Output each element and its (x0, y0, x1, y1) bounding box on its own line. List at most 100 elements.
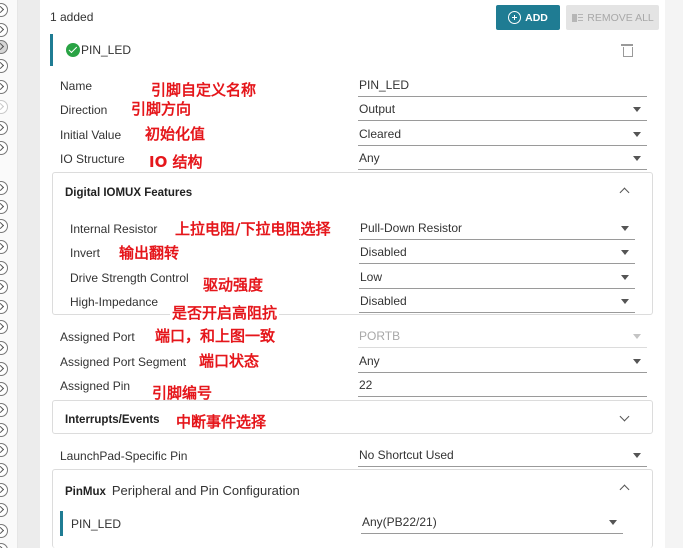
nav-arrow-icon[interactable] (0, 320, 8, 334)
nav-arrow-icon[interactable] (0, 219, 8, 233)
field-label: Assigned Port Segment (60, 355, 187, 369)
field-drive-strength: Drive Strength Control 驱动强度 Low (41, 266, 666, 294)
nav-arrow-icon[interactable] (0, 121, 8, 135)
group-title: Digital IOMUX Features (65, 187, 193, 199)
toolbar: 1 added ADD REMOVE ALL (50, 0, 659, 34)
select-value: Disabled (360, 245, 407, 259)
field-name: Name 引脚自定义名称 PIN_LED (40, 74, 665, 99)
annotation-text: 端口状态 (199, 352, 260, 370)
field-label: IO Structure (60, 152, 125, 166)
field-label: Direction (60, 103, 108, 117)
field-direction: Direction 引脚方向 Output (40, 98, 665, 122)
field-label: Name (60, 79, 93, 93)
scrollbar[interactable] (665, 0, 683, 548)
left-nav-strip (0, 0, 18, 548)
annotation-text: IO 结构 (149, 153, 203, 171)
assigned-pin-input[interactable]: 22 (358, 378, 647, 397)
caret-down-icon (633, 453, 641, 458)
select-value: No Shortcut Used (359, 448, 454, 462)
nav-arrow-icon[interactable] (0, 300, 8, 314)
high-impedance-select[interactable]: Disabled (359, 294, 635, 313)
nav-arrow-icon[interactable] (0, 280, 8, 294)
nav-arrow-icon[interactable] (0, 200, 8, 214)
select-value: PORTB (359, 329, 401, 343)
nav-arrow-icon[interactable] (0, 423, 8, 437)
chevron-down-icon[interactable] (619, 411, 630, 422)
pinmux-row: PIN_LED Any(PB22/21) (60, 511, 652, 536)
nav-arrow-icon[interactable] (0, 463, 8, 477)
select-value: Cleared (359, 127, 402, 141)
annotation-text: 初始化值 (145, 125, 206, 143)
config-panel: 1 added ADD REMOVE ALL PIN_LED Name 引脚自定… (40, 0, 665, 548)
caret-down-icon (633, 334, 641, 339)
nav-arrow-icon[interactable] (0, 3, 8, 17)
nav-arrow-icon[interactable] (0, 483, 8, 497)
nav-arrow-icon[interactable] (0, 59, 8, 73)
nav-arrow-icon[interactable] (0, 23, 8, 37)
launchpad-pin-select[interactable]: No Shortcut Used (358, 448, 647, 467)
nav-arrow-icon[interactable] (0, 403, 8, 417)
remove-all-button[interactable]: REMOVE ALL (566, 5, 659, 30)
name-input[interactable]: PIN_LED (358, 78, 647, 97)
nav-arrow-icon[interactable] (0, 543, 8, 548)
field-label: LaunchPad-Specific Pin (60, 449, 188, 463)
nav-arrow-icon[interactable] (0, 524, 8, 538)
caret-down-icon (621, 226, 629, 231)
direction-select[interactable]: Output (358, 102, 647, 121)
caret-down-icon (633, 156, 641, 161)
initial-value-select[interactable]: Cleared (358, 127, 647, 146)
invert-select[interactable]: Disabled (359, 245, 635, 264)
field-internal-resistor: Internal Resistor 上拉电阻/下拉电阻选择 Pull-Down … (41, 217, 666, 241)
annotation-text: 上拉电阻/下拉电阻选择 (175, 220, 331, 238)
assigned-port-segment-select[interactable]: Any (358, 354, 647, 373)
annotation-text: 引脚方向 (131, 100, 192, 118)
pinmux-row-label: PIN_LED (71, 517, 122, 531)
select-value: Low (360, 270, 383, 284)
nav-arrow-icon[interactable] (0, 382, 8, 396)
instance-name: PIN_LED (81, 43, 132, 57)
nav-arrow-icon[interactable] (0, 100, 8, 114)
select-value: Any(PB22/21) (362, 515, 437, 529)
select-value: Pull-Down Resistor (360, 221, 463, 235)
assigned-port-select: PORTB (358, 329, 647, 348)
iomux-features-group: Digital IOMUX Features Internal Resistor… (52, 172, 653, 315)
field-label: Assigned Pin (60, 379, 131, 393)
field-assigned-port: Assigned Port 端口，和上图一致 PORTB (40, 325, 665, 349)
field-invert: Invert 输出翻转 Disabled (41, 241, 666, 265)
io-structure-select[interactable]: Any (358, 151, 647, 170)
nav-arrow-icon[interactable] (0, 443, 8, 457)
trash-icon[interactable] (621, 43, 633, 57)
nav-arrow-icon[interactable] (0, 503, 8, 517)
field-launchpad-pin: LaunchPad-Specific Pin No Shortcut Used (40, 444, 665, 468)
annotation-text: 端口，和上图一致 (155, 327, 276, 345)
nav-arrow-icon[interactable] (0, 341, 8, 355)
group-title: Interrupts/Events (65, 414, 160, 426)
add-button[interactable]: ADD (496, 5, 560, 30)
added-count: 1 added (50, 10, 94, 24)
nav-arrow-icon[interactable] (0, 80, 8, 94)
nav-arrow-icon[interactable] (0, 240, 8, 254)
nav-arrow-icon[interactable] (0, 181, 8, 195)
nav-arrow-icon[interactable] (0, 261, 8, 275)
caret-down-icon (609, 520, 617, 525)
instance-header[interactable]: PIN_LED (50, 34, 653, 66)
chevron-up-icon[interactable] (619, 484, 630, 495)
nav-arrow-icon[interactable] (0, 362, 8, 376)
field-label: Initial Value (60, 128, 122, 142)
caret-down-icon (633, 359, 641, 364)
select-value: Output (359, 102, 396, 116)
field-assigned-port-segment: Assigned Port Segment 端口状态 Any (40, 350, 665, 374)
internal-resistor-select[interactable]: Pull-Down Resistor (359, 221, 635, 240)
drive-strength-select[interactable]: Low (359, 270, 635, 289)
check-circle-icon (66, 43, 80, 57)
pinmux-pin-select[interactable]: Any(PB22/21) (361, 515, 623, 534)
plus-circle-icon (508, 11, 522, 24)
chevron-up-icon[interactable] (619, 187, 630, 198)
nav-arrow-icon[interactable] (0, 40, 8, 54)
field-initial-value: Initial Value 初始化值 Cleared (40, 123, 665, 147)
nav-arrow-icon[interactable] (0, 141, 8, 155)
annotation-text: 输出翻转 (119, 244, 180, 262)
field-assigned-pin: Assigned Pin 引脚编号 22 (40, 374, 665, 402)
group-title: PinMux Peripheral and Pin Configuration (65, 483, 300, 498)
interrupts-events-group[interactable]: Interrupts/Events 中断事件选择 (52, 400, 653, 434)
